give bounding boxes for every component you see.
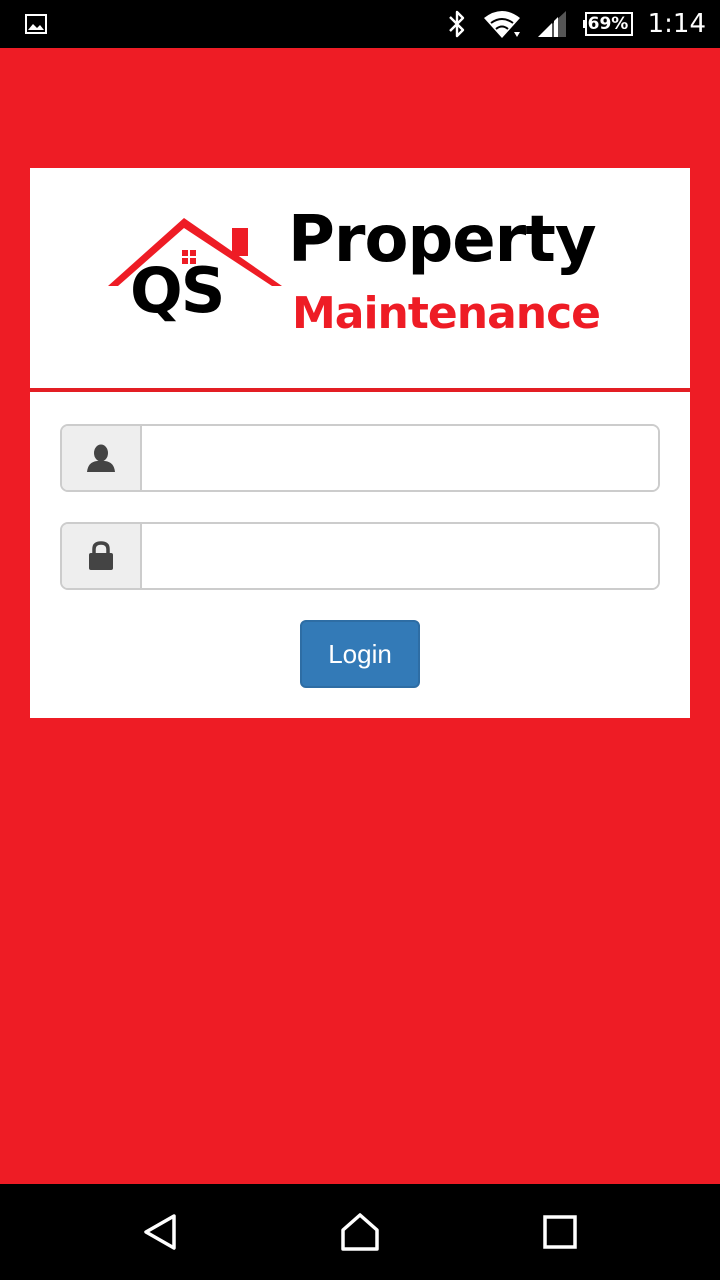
navigation-bar [0,1184,720,1280]
signal-icon [537,11,566,37]
user-icon [87,444,115,472]
login-card: QS Property Maintenance Login [30,168,690,718]
battery-indicator: 69% [582,12,634,36]
logo-initials: QS [130,254,225,327]
password-addon [62,524,142,588]
status-bar: 69% 1:14 [0,0,720,48]
home-icon[interactable] [340,1212,380,1252]
username-addon [62,426,142,490]
status-icons: 69% 1:14 [446,0,706,48]
company-logo: QS Property Maintenance [30,168,690,388]
battery-percent: 69% [587,14,629,34]
password-group [60,522,660,590]
lock-icon [89,541,113,570]
login-button[interactable]: Login [300,620,420,688]
back-icon[interactable] [140,1212,180,1252]
username-group [60,424,660,492]
logo-divider [30,388,690,392]
image-notification-icon [25,14,47,34]
recent-apps-icon[interactable] [540,1212,580,1252]
wifi-icon [483,11,520,38]
logo-line-2: Maintenance [292,288,601,339]
status-clock: 1:14 [647,9,706,39]
username-input[interactable] [142,426,658,490]
logo-line-1: Property [288,203,597,277]
password-input[interactable] [142,524,658,588]
bluetooth-icon [448,10,464,38]
